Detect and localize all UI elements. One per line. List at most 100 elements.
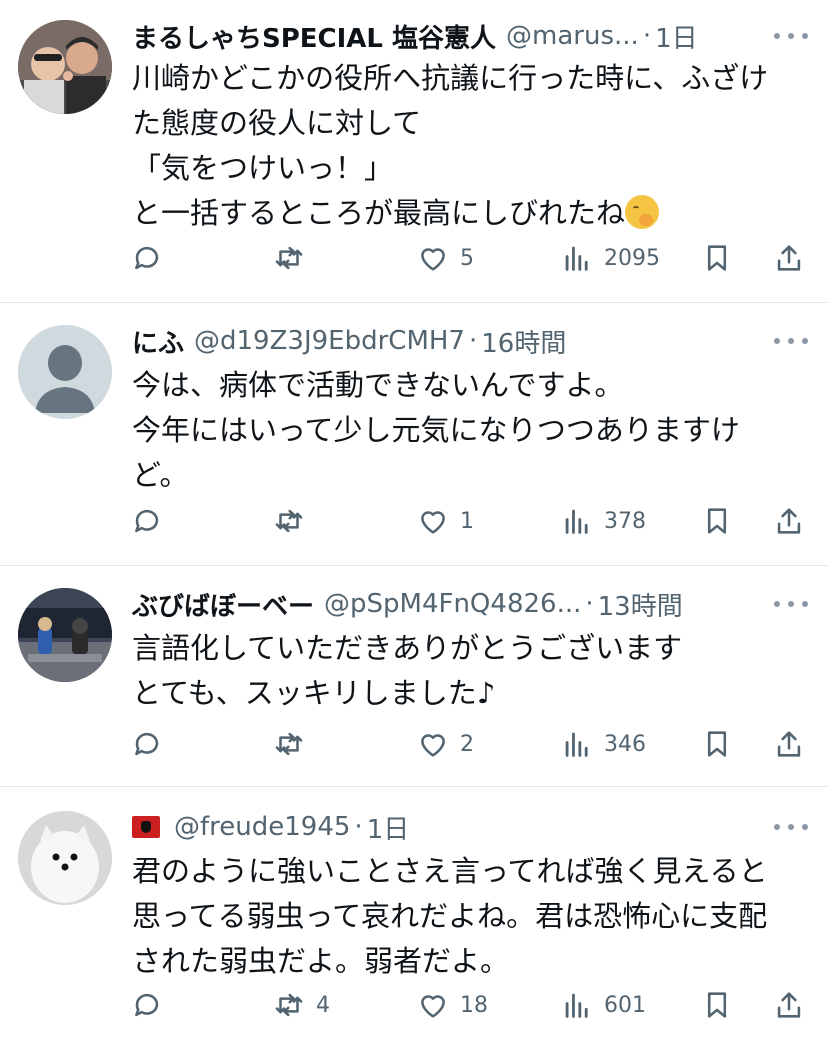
separator-dot: · <box>354 812 363 842</box>
more-icon[interactable] <box>774 31 808 41</box>
like-count: 5 <box>460 245 474 271</box>
reply-icon <box>135 732 159 756</box>
author-handle[interactable]: @pSpM4FnQ4826... <box>324 589 581 619</box>
more-icon[interactable] <box>774 336 808 346</box>
timestamp[interactable]: 13時間 <box>598 586 683 623</box>
tweet-text-line: 今年にはいって少し元気になりつつありますけ <box>132 413 740 447</box>
avatar[interactable] <box>18 811 112 905</box>
reply-icon <box>135 993 159 1017</box>
view-count: 2095 <box>604 245 660 271</box>
author-handle[interactable]: @freude1945 <box>174 812 350 842</box>
hand-over-mouth-emoji <box>625 195 660 229</box>
tweet-text-line: 思ってる弱虫って哀れだよね。君は恐怖心に支配 <box>132 899 768 933</box>
view-count: 601 <box>604 992 646 1018</box>
view-count: 346 <box>604 731 646 757</box>
like-button[interactable]: 2 <box>416 724 474 764</box>
views-button[interactable]: 2095 <box>560 238 660 278</box>
retweet-button[interactable] <box>272 238 316 278</box>
share-icon <box>777 992 801 1018</box>
bookmark-icon <box>707 992 727 1018</box>
action-bar: 5 2095 <box>130 238 808 278</box>
views-icon <box>565 246 588 271</box>
like-count: 18 <box>460 992 488 1018</box>
avatar[interactable] <box>18 588 112 682</box>
views-button[interactable]: 346 <box>560 724 646 764</box>
more-icon[interactable] <box>774 822 808 832</box>
like-button[interactable]: 5 <box>416 238 474 278</box>
avatar[interactable] <box>18 20 112 114</box>
retweet-button[interactable] <box>272 501 316 541</box>
retweet-button[interactable]: 4 <box>272 985 330 1025</box>
share-icon <box>777 245 801 271</box>
albania-flag-icon <box>132 816 160 838</box>
retweet-icon <box>275 509 303 533</box>
tweet-text: 言語化していただきありがとうございます とても、スッキリしました♪ <box>132 626 788 716</box>
timestamp[interactable]: 1日 <box>655 18 698 55</box>
bookmark-button[interactable] <box>700 985 734 1025</box>
share-icon <box>777 731 801 757</box>
author-name[interactable]: にふ <box>132 323 184 360</box>
timestamp[interactable]: 16時間 <box>481 323 566 360</box>
more-icon[interactable] <box>774 599 808 609</box>
views-button[interactable]: 378 <box>560 501 646 541</box>
author-name[interactable]: まるしゃちSPECIAL 塩谷憲人 <box>132 18 496 55</box>
tweet-text-line: ど。 <box>132 458 189 492</box>
tweet[interactable]: @freude1945 · 1日 君のように強いことさえ言ってれば強く見えると … <box>0 787 828 1043</box>
tweet-text-line: た態度の役人に対して <box>132 106 422 140</box>
separator-dot: · <box>468 326 478 356</box>
retweet-count: 4 <box>316 992 330 1018</box>
tweet-text-line: と一括するところが最高にしびれたね <box>132 196 626 230</box>
bookmark-button[interactable] <box>700 501 734 541</box>
retweet-icon <box>275 993 303 1017</box>
retweet-button[interactable] <box>272 724 316 764</box>
tweet-text-line: 「気をつけいっ！」 <box>132 151 394 185</box>
tweet-text-line: 言語化していただきありがとうございます <box>132 631 683 665</box>
bookmark-icon <box>707 731 727 757</box>
like-button[interactable]: 1 <box>416 501 474 541</box>
avatar[interactable] <box>18 325 112 419</box>
bookmark-icon <box>707 245 727 271</box>
reply-button[interactable] <box>130 238 174 278</box>
like-count: 2 <box>460 731 474 757</box>
share-button[interactable] <box>772 724 806 764</box>
like-button[interactable]: 18 <box>416 985 488 1025</box>
separator-dot: · <box>585 589 594 619</box>
view-count: 378 <box>604 508 646 534</box>
share-button[interactable] <box>772 985 806 1025</box>
reply-button[interactable] <box>130 724 174 764</box>
author-handle[interactable]: @d19Z3J9EbdrCMH7 <box>194 326 465 356</box>
action-bar: 4 18 601 <box>130 985 808 1025</box>
tweet-text-line: された弱虫だよ。弱者だよ。 <box>132 944 510 978</box>
reply-icon <box>135 246 159 270</box>
heart-icon <box>421 511 445 534</box>
timestamp[interactable]: 1日 <box>367 809 410 846</box>
tweet-text: 君のように強いことさえ言ってれば強く見えると 思ってる弱虫って哀れだよね。君は恐… <box>132 849 788 984</box>
like-count: 1 <box>460 508 474 534</box>
share-button[interactable] <box>772 501 806 541</box>
author-name[interactable]: ぶびばぼーベー <box>132 586 314 623</box>
bookmark-icon <box>707 508 727 534</box>
share-icon <box>777 508 801 534</box>
tweet-text-line: 君のように強いことさえ言ってれば強く見えると <box>132 854 768 888</box>
views-button[interactable]: 601 <box>560 985 646 1025</box>
views-icon <box>565 732 588 757</box>
bookmark-button[interactable] <box>700 238 734 278</box>
reply-icon <box>135 509 159 533</box>
heart-icon <box>421 248 445 271</box>
tweet[interactable]: まるしゃちSPECIAL 塩谷憲人 @marus... · 1日 川崎かどこかの… <box>0 0 828 303</box>
tweet-text-line: とても、スッキリしました♪ <box>132 676 496 710</box>
reply-button[interactable] <box>130 985 174 1025</box>
tweet-text: 川崎かどこかの役所へ抗議に行った時に、ふざけ た態度の役人に対して 「気をつけい… <box>132 56 788 236</box>
tweet-text-line: 川崎かどこかの役所へ抗議に行った時に、ふざけ <box>132 61 769 95</box>
share-button[interactable] <box>772 238 806 278</box>
views-icon <box>565 993 588 1018</box>
action-bar: 1 378 <box>130 501 808 541</box>
tweet-text-line: 今は、病体で活動できないんですよ。 <box>132 368 624 402</box>
author-handle[interactable]: @marus... <box>506 21 639 51</box>
tweet[interactable]: にふ @d19Z3J9EbdrCMH7 · 16時間 今は、病体で活動できないん… <box>0 303 828 566</box>
reply-button[interactable] <box>130 501 174 541</box>
heart-icon <box>421 995 445 1018</box>
tweet[interactable]: ぶびばぼーベー @pSpM4FnQ4826... · 13時間 言語化していただ… <box>0 566 828 787</box>
bookmark-button[interactable] <box>700 724 734 764</box>
tweet-text: 今は、病体で活動できないんですよ。 今年にはいって少し元気になりつつありますけ … <box>132 363 788 498</box>
